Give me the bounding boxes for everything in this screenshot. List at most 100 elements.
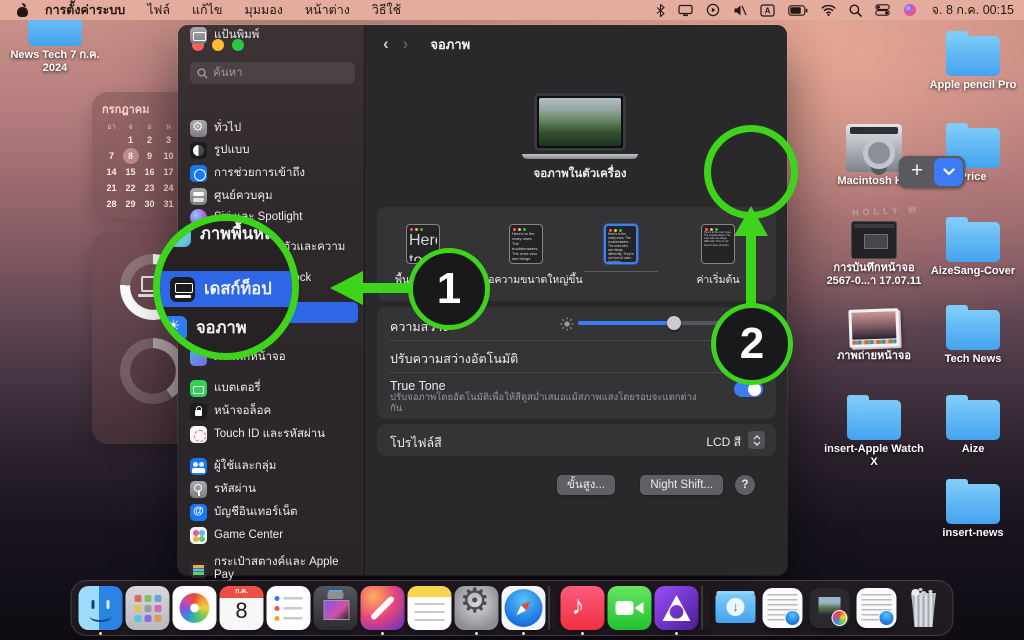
calendar-day: 31 <box>161 196 177 212</box>
desktop-icon[interactable]: insert-Apple Watch X <box>819 394 929 469</box>
menu-bar-clock[interactable]: จ. 8 ก.ค. 00:15 <box>932 0 1014 20</box>
running-indicator-dot <box>581 632 584 635</box>
file-icon <box>847 400 901 440</box>
sidebar-item-label: หน้าจอล็อค <box>214 405 271 418</box>
magnifier-item-icon <box>162 316 187 341</box>
add-display-group: + <box>899 156 965 188</box>
dock-item[interactable] <box>79 580 123 636</box>
magnifier-sidebar-item: จอภาพ <box>162 315 247 341</box>
step1-arrow-head <box>330 271 363 305</box>
add-display-dropdown-button[interactable] <box>934 158 963 186</box>
dock-item[interactable] <box>761 580 805 636</box>
dock-app-icon <box>763 588 803 628</box>
sidebar-item[interactable]: ผู้ใช้และกลุ่ม <box>185 456 358 477</box>
night-shift-button[interactable]: Night Shift... <box>640 475 723 495</box>
brightness-slider-knob[interactable] <box>667 316 681 330</box>
sidebar-item[interactable]: รหัสผ่าน <box>185 479 358 500</box>
step2-arrow-shaft <box>746 234 756 306</box>
menu-item[interactable]: แก้ไข <box>192 0 222 20</box>
desktop-icon-label: การบันทึกหน้าจอ 2567-0...า 17.07.11 <box>819 262 929 288</box>
sidebar-item[interactable]: ทั่วไป <box>185 118 358 139</box>
calendar-day: 21 <box>104 180 120 196</box>
sidebar-item[interactable]: บัญชีอินเทอร์เน็ต <box>185 502 358 523</box>
dock-app-icon <box>408 586 452 630</box>
menu-item[interactable]: หน้าต่าง <box>305 0 350 20</box>
calendar-day: 8 <box>123 148 139 164</box>
siri-icon[interactable] <box>903 3 917 17</box>
dock-item[interactable] <box>549 580 558 636</box>
dock-item[interactable] <box>220 580 264 636</box>
menu-item[interactable]: มุมมอง <box>244 0 282 20</box>
desktop-icon[interactable]: ภาพถ่ายหน้าจอ <box>819 304 929 363</box>
bluetooth-icon[interactable] <box>656 4 665 17</box>
spotlight-icon[interactable] <box>849 4 862 17</box>
preset-label <box>576 271 666 272</box>
sidebar-item[interactable]: Touch ID และรหัสผ่าน <box>185 424 358 445</box>
desktop-icon-label: Apple pencil Pro <box>918 79 1024 92</box>
dock-item[interactable] <box>714 580 758 636</box>
scaling-preset-option[interactable]: Here's to the crazy ones. The troublemak… <box>576 224 666 272</box>
file-icon <box>848 308 899 348</box>
forward-chevron-icon[interactable]: › <box>403 34 409 54</box>
dock-item[interactable] <box>608 580 652 636</box>
help-button[interactable]: ? <box>735 475 755 495</box>
menu-item[interactable]: วิธีใช้ <box>372 0 401 20</box>
dock-item[interactable] <box>902 580 946 636</box>
desktop-icon[interactable]: AizeSang-Cover <box>918 216 1024 278</box>
desktop-icon[interactable]: Tech News <box>918 304 1024 366</box>
menu-item[interactable]: การตั้งค่าระบบ <box>45 0 125 20</box>
control-center-icon[interactable] <box>875 4 890 16</box>
mini-traffic-lights <box>410 228 413 231</box>
dock-item[interactable] <box>126 580 170 636</box>
dock-item[interactable] <box>408 580 452 636</box>
menu-item[interactable]: ไฟล์ <box>147 0 170 20</box>
step1-magnifier-bubble: เดสก์ท็อป จอภาพ ภาพพื้นหลัง <box>153 214 299 360</box>
dock-item[interactable] <box>561 580 605 636</box>
svg-text:A: A <box>764 6 770 15</box>
dock-app-icon <box>714 586 758 630</box>
dock-item[interactable] <box>655 580 699 636</box>
sidebar-item[interactable]: การช่วยการเข้าถึง <box>185 163 358 184</box>
add-display-button[interactable]: + <box>899 156 935 188</box>
wifi-icon[interactable] <box>821 5 836 16</box>
dock-item[interactable] <box>855 580 899 636</box>
dock-item[interactable] <box>267 580 311 636</box>
dock-app-icon <box>79 586 123 630</box>
mute-icon[interactable] <box>733 4 747 17</box>
scaling-preset-option[interactable]: Here's to the crazy ones. The troublemak… <box>481 224 571 288</box>
sidebar-item-icon <box>190 561 207 578</box>
desktop-icon[interactable]: insert-news <box>918 478 1024 540</box>
sidebar-item-label: ศูนย์ควบคุม <box>214 190 273 203</box>
advanced-button[interactable]: ขั้นสูง... <box>557 475 615 495</box>
back-chevron-icon[interactable]: ‹ <box>383 34 389 54</box>
dock-item[interactable] <box>808 580 852 636</box>
dock-item[interactable] <box>314 580 358 636</box>
battery-icon[interactable] <box>788 5 808 16</box>
sidebar-item[interactable]: รูปแบบ <box>185 140 358 161</box>
apple-logo-icon[interactable] <box>16 4 29 17</box>
sidebar-item[interactable]: Game Center <box>185 525 358 546</box>
input-source-a-icon[interactable]: A <box>760 4 775 17</box>
sidebar-item-label: กระเป๋าสตางค์และ Apple Pay <box>214 556 353 582</box>
dock-item[interactable] <box>502 580 546 636</box>
color-profile-dropdown[interactable] <box>748 431 765 449</box>
sidebar-item[interactable]: แบตเตอรี่ <box>185 378 358 399</box>
dock-item[interactable] <box>361 580 405 636</box>
sidebar-item[interactable]: แป้นพิมพ์ <box>185 25 358 46</box>
dock-item[interactable] <box>173 580 217 636</box>
sidebar-item[interactable]: ศูนย์ควบคุม <box>185 186 358 207</box>
sidebar-item-label: แบตเตอรี่ <box>214 382 261 395</box>
sidebar-item-label: แป้นพิมพ์ <box>214 29 259 42</box>
dock-item[interactable] <box>702 580 711 636</box>
pane-title: จอภาพ <box>430 34 470 55</box>
dock-item[interactable] <box>455 580 499 636</box>
desktop-icon[interactable]: Apple pencil Pro <box>918 30 1024 92</box>
sidebar-item[interactable]: หน้าจอล็อค <box>185 401 358 422</box>
desktop-icon[interactable]: การบันทึกหน้าจอ 2567-0...า 17.07.11 <box>819 217 929 288</box>
calendar-day: 15 <box>123 164 139 180</box>
desktop-icon[interactable]: Aize <box>918 394 1024 456</box>
magnifier-item-label: จอภาพ <box>196 315 247 341</box>
calendar-day: 3 <box>161 132 177 148</box>
display-mirroring-icon[interactable] <box>678 4 693 17</box>
screen-record-icon[interactable] <box>706 3 720 17</box>
